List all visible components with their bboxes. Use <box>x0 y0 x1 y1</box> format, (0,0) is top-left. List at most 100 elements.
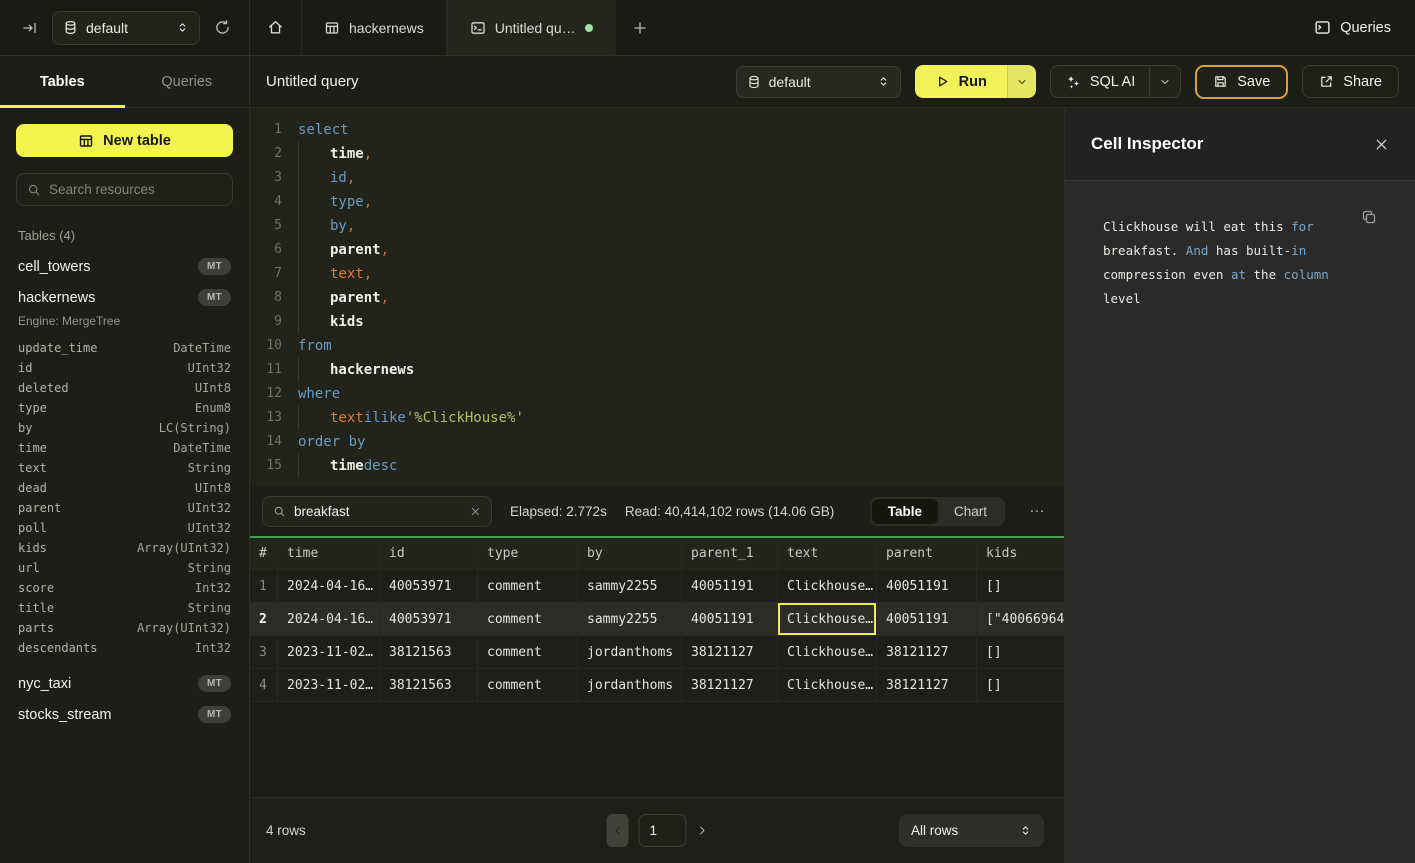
tab-home[interactable] <box>250 0 302 55</box>
sidebar-tab-queries[interactable]: Queries <box>125 56 250 107</box>
table-header-row: #timeidtypebyparent_1textparentkids <box>250 538 1064 570</box>
queries-button[interactable]: Queries <box>1314 19 1391 36</box>
column-name: dead <box>18 478 47 498</box>
table-cell[interactable]: 3 <box>250 636 278 668</box>
table-cell[interactable]: 38121127 <box>682 669 778 701</box>
table-cell[interactable]: [] <box>977 669 1064 701</box>
table-cell[interactable]: jordanthoms <box>578 636 682 668</box>
table-cell[interactable]: Clickhouse… <box>778 669 877 701</box>
database-select[interactable]: default <box>52 11 200 45</box>
column-header[interactable]: kids <box>977 538 1064 569</box>
column-header[interactable]: text <box>778 538 877 569</box>
editor-line: 8parent, <box>250 286 1064 310</box>
sql-ai-button[interactable]: SQL AI <box>1051 74 1149 90</box>
sql-editor[interactable]: 1select2time,3id,4type,5by,6parent,7text… <box>250 108 1064 486</box>
new-table-label: New table <box>103 133 171 149</box>
table-cell[interactable]: 38121127 <box>877 636 977 668</box>
collapse-sidebar-icon[interactable] <box>18 16 42 40</box>
table-cell[interactable]: 40053971 <box>380 570 478 602</box>
new-tab-button[interactable] <box>616 0 664 55</box>
table-cell[interactable]: sammy2255 <box>578 570 682 602</box>
refresh-icon[interactable] <box>210 15 235 40</box>
table-cell[interactable]: ["40066964… <box>977 603 1064 635</box>
table-cell[interactable]: comment <box>478 570 578 602</box>
column-header[interactable]: id <box>380 538 478 569</box>
code-token: '%ClickHouse%' <box>406 406 524 430</box>
sql-ai-options-button[interactable] <box>1149 66 1180 97</box>
sidebar-table-stocks-stream[interactable]: stocks_stream MT <box>16 699 233 730</box>
table-cell[interactable]: 40051191 <box>682 603 778 635</box>
resource-search-input[interactable] <box>49 182 222 197</box>
query-database-select[interactable]: default <box>736 66 901 98</box>
column-header[interactable]: # <box>250 538 278 569</box>
engine-badge: MT <box>198 675 231 692</box>
copy-icon[interactable] <box>1361 209 1377 225</box>
hackernews-schema: update_timeDateTimeidUInt32deletedUInt8t… <box>18 338 231 658</box>
table-cell[interactable]: 38121563 <box>380 669 478 701</box>
column-header[interactable]: time <box>278 538 380 569</box>
line-number: 15 <box>250 454 282 478</box>
workspace: Untitled query default Run <box>250 56 1415 863</box>
tab-hackernews[interactable]: hackernews <box>302 0 447 55</box>
table-cell[interactable]: comment <box>478 636 578 668</box>
prev-page-button[interactable] <box>607 814 629 847</box>
table-cell[interactable]: Clickhouse… <box>778 570 877 602</box>
row-count: 4 rows <box>266 823 306 838</box>
column-header[interactable]: type <box>478 538 578 569</box>
table-cell[interactable]: [] <box>977 570 1064 602</box>
table-cell[interactable]: [] <box>977 636 1064 668</box>
table-cell[interactable]: 2 <box>250 603 278 635</box>
share-label: Share <box>1343 74 1382 90</box>
unsaved-dot <box>585 24 593 32</box>
table-name: nyc_taxi <box>18 676 71 692</box>
code-token: hackernews <box>330 358 414 382</box>
table-cell[interactable]: Clickhouse… <box>778 603 877 635</box>
close-icon[interactable] <box>1374 137 1389 152</box>
table-cell[interactable]: 1 <box>250 570 278 602</box>
table-cell[interactable]: jordanthoms <box>578 669 682 701</box>
table-cell[interactable]: sammy2255 <box>578 603 682 635</box>
run-options-button[interactable] <box>1007 65 1036 98</box>
table-cell[interactable]: 40053971 <box>380 603 478 635</box>
clear-icon[interactable] <box>470 506 481 517</box>
table-cell[interactable]: 38121127 <box>877 669 977 701</box>
sidebar-table-nyc-taxi[interactable]: nyc_taxi MT <box>16 668 233 699</box>
save-button[interactable]: Save <box>1195 65 1288 99</box>
share-button[interactable]: Share <box>1302 65 1399 98</box>
table-cell[interactable]: Clickhouse… <box>778 636 877 668</box>
table-cell[interactable]: 40051191 <box>877 603 977 635</box>
table-cell[interactable]: 38121563 <box>380 636 478 668</box>
line-number: 11 <box>250 358 282 382</box>
table-cell[interactable]: 4 <box>250 669 278 701</box>
column-header[interactable]: parent_1 <box>682 538 778 569</box>
view-toggle-chart[interactable]: Chart <box>938 499 1003 524</box>
table-cell[interactable]: 40051191 <box>877 570 977 602</box>
table-cell[interactable]: 2023-11-02… <box>278 636 380 668</box>
column-header[interactable]: parent <box>877 538 977 569</box>
run-button[interactable]: Run <box>915 65 1007 98</box>
table-cell[interactable]: comment <box>478 603 578 635</box>
results-search-input[interactable] <box>294 504 462 519</box>
table-cell[interactable]: comment <box>478 669 578 701</box>
table-cell[interactable]: 2023-11-02… <box>278 669 380 701</box>
sidebar-table-hackernews[interactable]: hackernews MT <box>16 282 233 313</box>
editor-line: 6parent, <box>250 238 1064 262</box>
results-table: #timeidtypebyparent_1textparentkids12024… <box>250 536 1064 702</box>
schema-column-row: descendantsInt32 <box>18 638 231 658</box>
table-cell[interactable]: 40051191 <box>682 570 778 602</box>
sidebar-table-cell-towers[interactable]: cell_towers MT <box>16 251 233 282</box>
column-header[interactable]: by <box>578 538 682 569</box>
view-toggle-table[interactable]: Table <box>872 499 938 524</box>
editor-line: 9kids <box>250 310 1064 334</box>
tab-untitled-query[interactable]: Untitled qu… <box>447 0 616 55</box>
new-table-button[interactable]: New table <box>16 124 233 157</box>
ellipsis-icon[interactable]: … <box>1023 499 1052 523</box>
updown-icon <box>1019 824 1032 837</box>
table-cell[interactable]: 2024-04-16… <box>278 603 380 635</box>
page-size-select[interactable]: All rows <box>899 814 1044 847</box>
table-cell[interactable]: 2024-04-16… <box>278 570 380 602</box>
next-page-button[interactable] <box>697 825 708 836</box>
table-cell[interactable]: 38121127 <box>682 636 778 668</box>
sidebar-tab-tables[interactable]: Tables <box>0 56 125 107</box>
page-number-input[interactable] <box>639 814 687 847</box>
